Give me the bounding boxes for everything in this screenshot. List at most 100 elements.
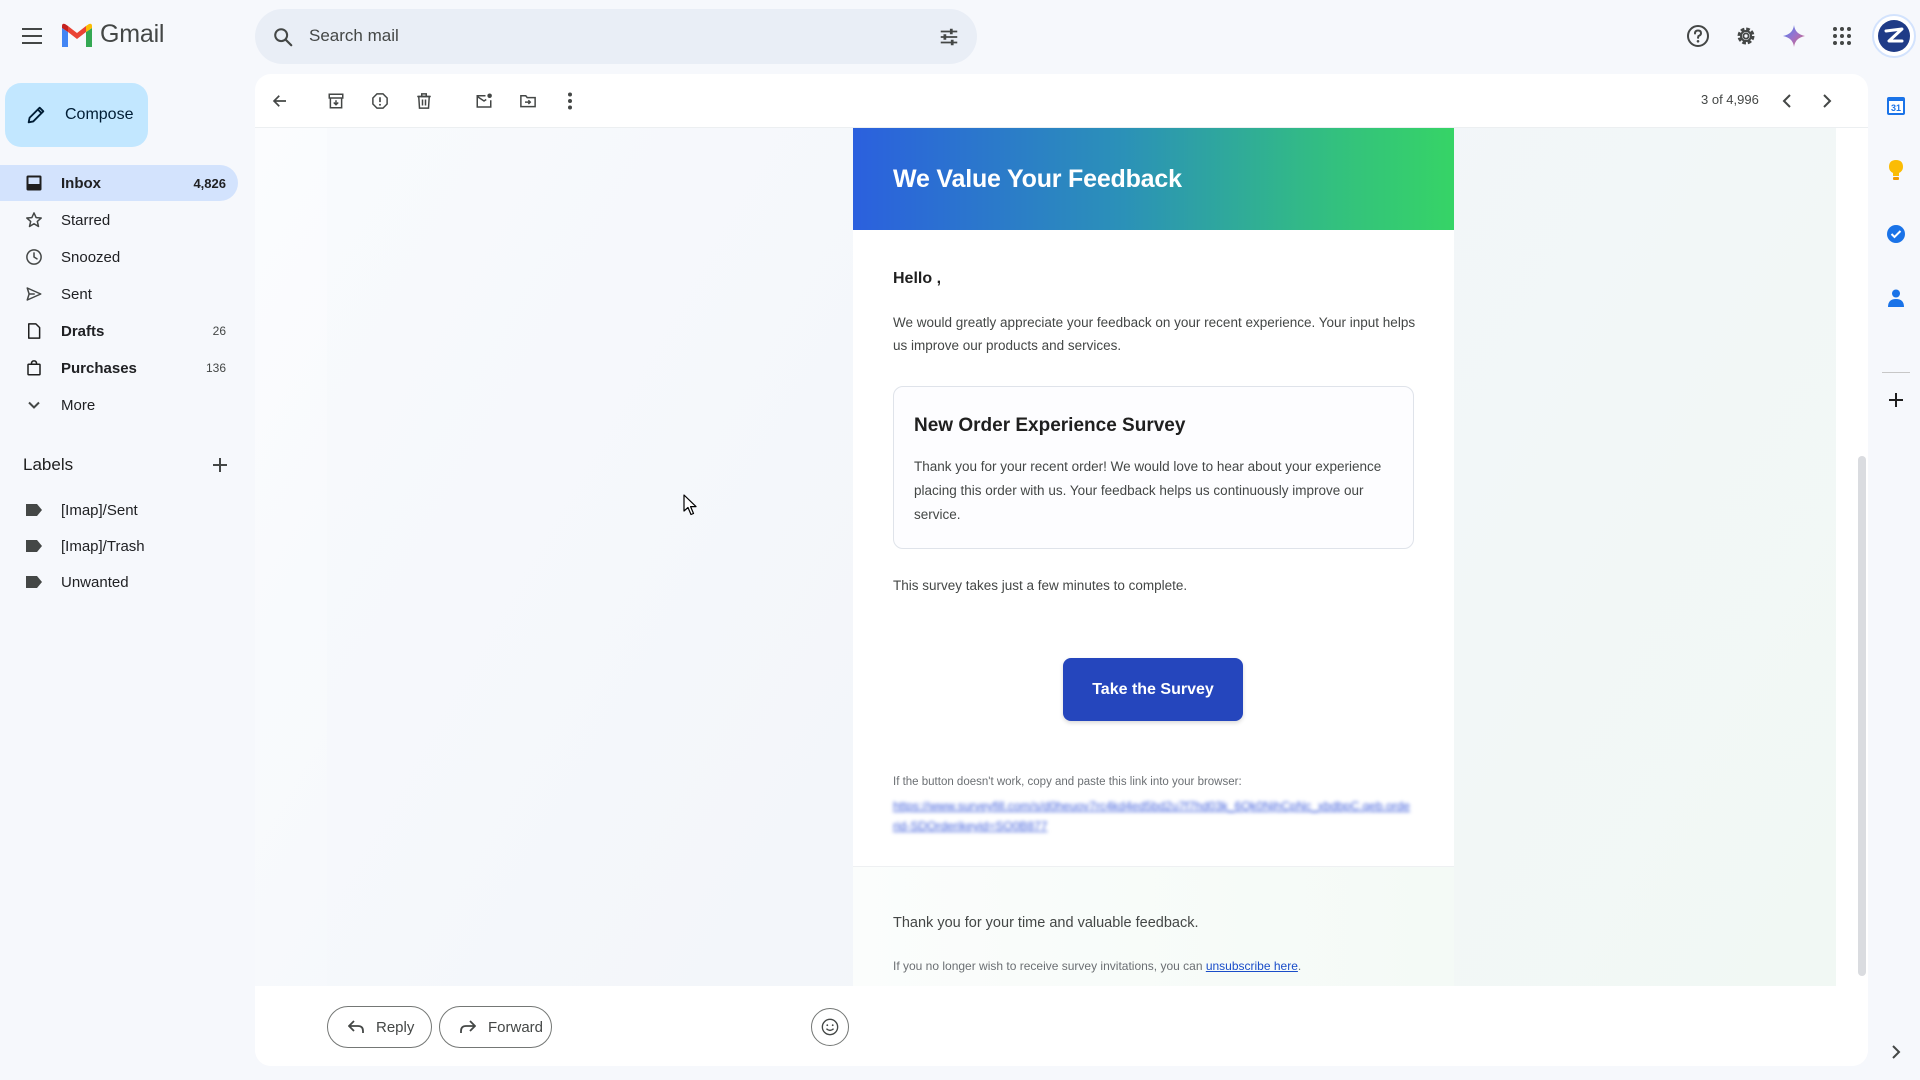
more-vert-icon — [568, 92, 572, 110]
sidebar-item-label: Sent — [61, 285, 92, 303]
sidebar-item-label: Drafts — [61, 322, 105, 340]
account-avatar[interactable] — [1872, 14, 1916, 58]
label-item-imap-trash[interactable]: [Imap]/Trash — [0, 528, 238, 564]
google-apps-button[interactable] — [1822, 16, 1862, 56]
unsubscribe-link[interactable]: unsubscribe here — [1206, 959, 1298, 973]
take-survey-button[interactable]: Take the Survey — [1063, 658, 1243, 721]
reply-label: Reply — [376, 1018, 415, 1036]
reply-button[interactable]: Reply — [327, 1006, 432, 1048]
pagination-label: 3 of 4,996 — [1701, 92, 1759, 107]
sidebar-item-purchases[interactable]: Purchases 136 — [0, 350, 238, 386]
sidebar-item-label: Snoozed — [61, 248, 121, 266]
apps-grid-icon — [1833, 27, 1851, 45]
arrow-left-icon — [272, 95, 286, 107]
contacts-person-icon — [1888, 289, 1904, 307]
chevron-down-icon — [24, 395, 44, 415]
gmail-logo[interactable]: Gmail — [60, 20, 164, 49]
sidebar-nav: Inbox 4,826 Starred Snoozed Sent Drafts … — [0, 165, 238, 424]
sidebar-item-inbox[interactable]: Inbox 4,826 — [0, 165, 238, 201]
gemini-button[interactable] — [1774, 16, 1814, 56]
move-to-button[interactable] — [510, 83, 546, 119]
chevron-right-icon — [1892, 1045, 1901, 1059]
compose-label: Compose — [65, 106, 134, 123]
sidebar-item-label: Starred — [61, 211, 111, 229]
main-menu-button[interactable] — [16, 16, 50, 56]
labels-header: Labels — [23, 452, 233, 478]
calendar-app-button[interactable]: 31 — [1878, 88, 1914, 124]
sidebar-item-label: Purchases — [61, 359, 137, 377]
report-spam-button[interactable] — [362, 83, 398, 119]
search-options-icon[interactable] — [935, 23, 963, 51]
more-actions-button[interactable] — [552, 83, 588, 119]
sidebar-item-snoozed[interactable]: Snoozed — [0, 239, 238, 275]
unsubscribe-prefix: If you no longer wish to receive survey … — [893, 959, 1206, 973]
plus-icon — [1889, 393, 1903, 407]
survey-title: New Order Experience Survey — [914, 415, 1186, 436]
emoji-reaction-button[interactable] — [811, 1008, 849, 1046]
sidebar-item-label: Inbox — [61, 174, 101, 192]
label-name: Unwanted — [61, 573, 129, 591]
help-icon — [1687, 25, 1709, 47]
keep-app-button[interactable] — [1878, 152, 1914, 188]
hero-title: We Value Your Feedback — [893, 164, 1182, 193]
inbox-icon — [24, 173, 44, 193]
gear-icon — [1737, 27, 1755, 45]
avatar-logo-icon — [1878, 20, 1910, 52]
delete-button[interactable] — [406, 83, 442, 119]
archive-icon — [328, 93, 344, 109]
message-view: 3 of 4,996 We Value Your Feedback Hello … — [255, 74, 1868, 1066]
hamburger-icon — [22, 28, 42, 44]
get-addons-button[interactable] — [1878, 382, 1914, 418]
tasks-check-icon — [1887, 225, 1905, 243]
intro-text: We would greatly appreciate your feedbac… — [893, 315, 1416, 353]
survey-description: Thank you for your recent order! We woul… — [914, 459, 1382, 522]
message-toolbar: 3 of 4,996 — [255, 74, 1868, 128]
label-name: [Imap]/Sent — [61, 501, 138, 519]
bag-icon — [24, 358, 44, 378]
chevron-left-icon — [1782, 94, 1791, 108]
help-button[interactable] — [1678, 16, 1718, 56]
message-body-scroll[interactable]: We Value Your Feedback Hello , We would … — [255, 128, 1836, 986]
smiley-icon — [821, 1018, 839, 1036]
search-icon[interactable] — [269, 23, 297, 51]
mouse-cursor-icon — [683, 494, 697, 516]
gemini-sparkle-icon — [1783, 25, 1805, 47]
mark-unread-button[interactable] — [466, 83, 502, 119]
email-content: We Value Your Feedback Hello , We would … — [853, 128, 1454, 986]
compose-button[interactable]: Compose — [5, 83, 148, 147]
side-panel-divider — [1882, 372, 1910, 373]
draft-icon — [24, 321, 44, 341]
sidebar-item-drafts[interactable]: Drafts 26 — [0, 313, 238, 349]
newer-button[interactable] — [1769, 83, 1805, 119]
unsubscribe-suffix: . — [1297, 959, 1302, 973]
label-item-imap-sent[interactable]: [Imap]/Sent — [0, 492, 238, 528]
settings-button[interactable] — [1726, 16, 1766, 56]
folder-move-icon — [520, 95, 536, 108]
email-hero-banner: We Value Your Feedback — [853, 128, 1454, 230]
calendar-day: 31 — [1891, 103, 1901, 113]
create-label-button[interactable] — [207, 452, 233, 478]
label-tag-icon — [24, 572, 44, 592]
older-button[interactable] — [1809, 83, 1845, 119]
hide-side-panel-button[interactable] — [1878, 1034, 1914, 1070]
sidebar-item-starred[interactable]: Starred — [0, 202, 238, 238]
tasks-app-button[interactable] — [1878, 216, 1914, 252]
sidebar-item-more[interactable]: More — [0, 387, 238, 423]
email-frame: We Value Your Feedback Hello , We would … — [327, 128, 1836, 986]
thanks-text: Thank you for your time and valuable fee… — [893, 915, 1199, 931]
survey-card: New Order Experience Survey Thank you fo… — [893, 386, 1414, 549]
unsubscribe-text: If you no longer wish to receive survey … — [893, 959, 1301, 973]
scrollbar-thumb[interactable] — [1858, 456, 1866, 976]
label-item-unwanted[interactable]: Unwanted — [0, 564, 238, 600]
fallback-note: If the button doesn't work, copy and pas… — [893, 776, 1242, 788]
forward-button[interactable]: Forward — [439, 1006, 552, 1048]
back-button[interactable] — [262, 83, 298, 119]
search-input[interactable] — [309, 19, 909, 53]
top-bar: Gmail — [0, 0, 1920, 72]
sidebar-item-sent[interactable]: Sent — [0, 276, 238, 312]
contacts-app-button[interactable] — [1878, 280, 1914, 316]
archive-button[interactable] — [318, 83, 354, 119]
pencil-icon — [23, 102, 49, 128]
survey-link[interactable]: https://www.surveyfill.com/s/d0heuov7rc4… — [893, 796, 1413, 836]
sidebar-item-label: More — [61, 396, 96, 414]
